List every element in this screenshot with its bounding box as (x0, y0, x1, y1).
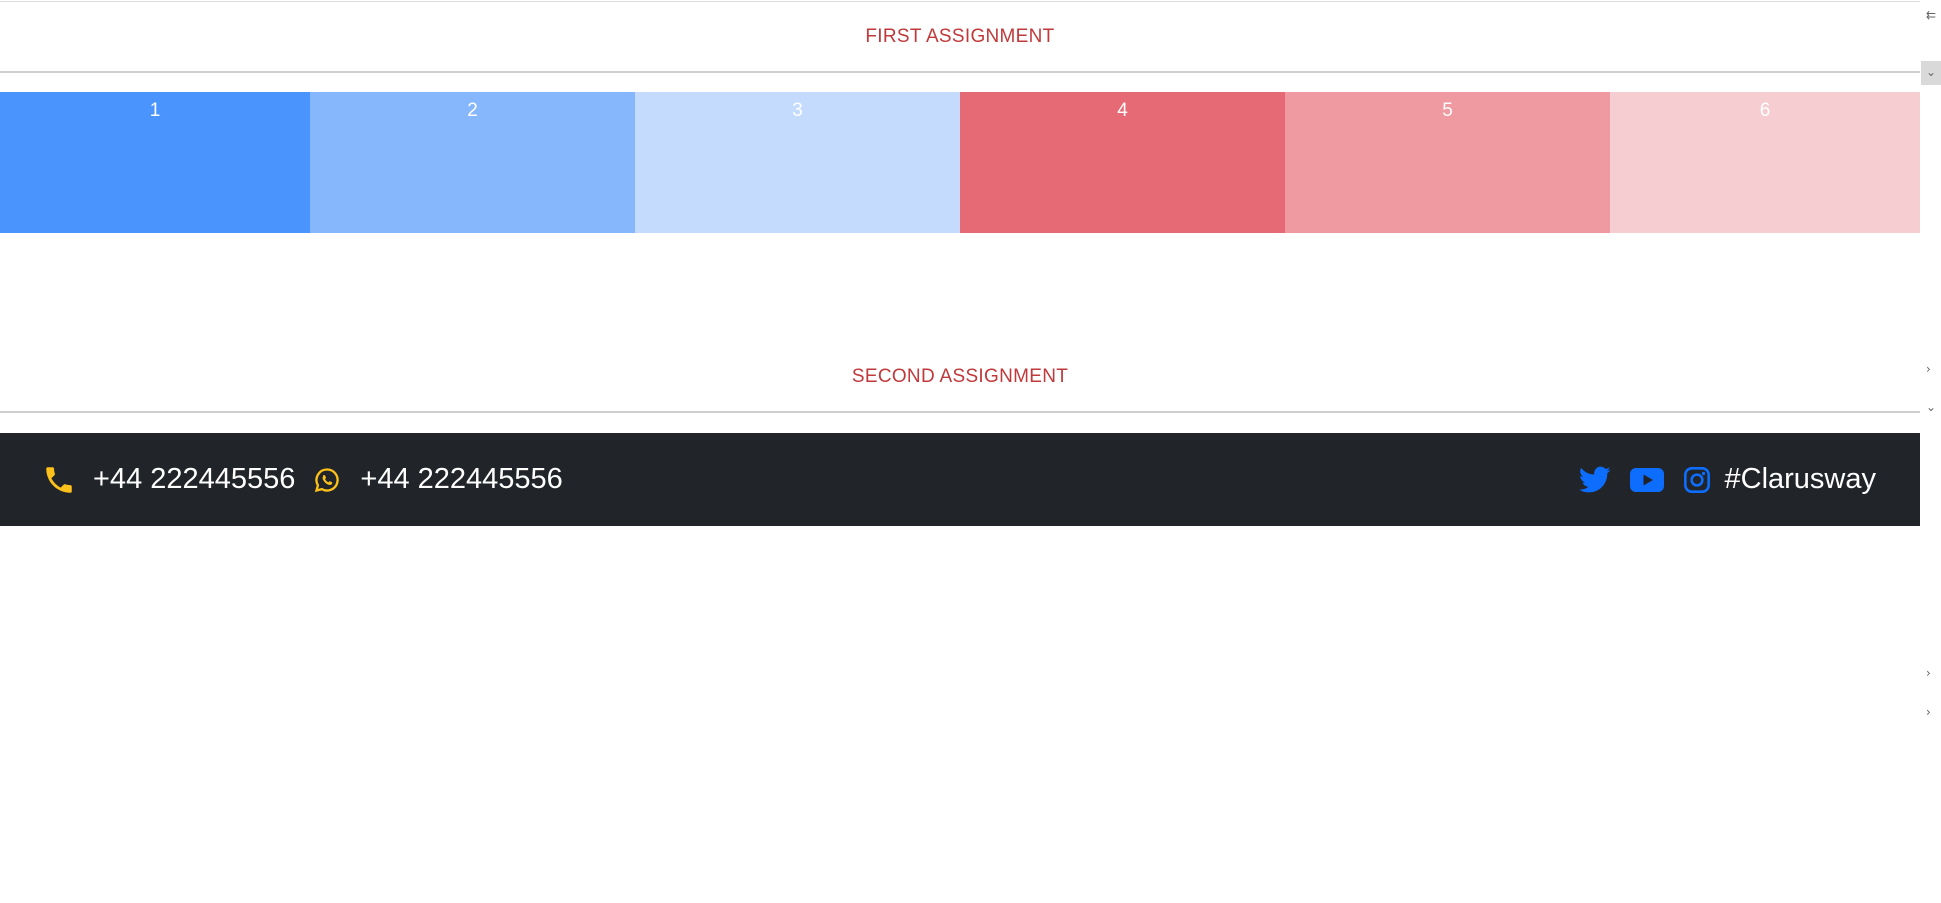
chevron-down-icon[interactable]: ⌄ (1926, 65, 1936, 79)
color-box-5: 5 (1285, 92, 1610, 233)
youtube-icon[interactable] (1629, 467, 1664, 493)
brand-hashtag[interactable]: #Clarusway (1725, 463, 1877, 496)
color-box-1: 1 (0, 92, 310, 233)
second-assignment-divider (0, 411, 1920, 413)
second-assignment-title: SECOND ASSIGNMENT (851, 366, 1069, 387)
phone-number[interactable]: +44 222445556 (93, 463, 295, 496)
collapse-arrow-icon[interactable]: ⇇ (1926, 8, 1936, 22)
instagram-icon[interactable] (1683, 466, 1711, 494)
color-box-2: 2 (310, 92, 635, 233)
chevron-right-icon[interactable]: › (1926, 362, 1931, 376)
top-divider (0, 1, 1920, 2)
chevron-right-icon[interactable]: › (1926, 666, 1931, 680)
page: FIRST ASSIGNMENT 1 2 3 4 5 6 SECOND ASSI… (0, 0, 1941, 903)
color-box-label: 1 (149, 100, 161, 121)
color-box-label: 3 (792, 100, 803, 121)
chevron-down-icon[interactable]: ⌄ (1926, 400, 1936, 414)
first-assignment-title: FIRST ASSIGNMENT (865, 26, 1055, 47)
first-assignment-divider (0, 71, 1920, 73)
whatsapp-number[interactable]: +44 222445556 (360, 463, 562, 496)
color-box-label: 4 (1117, 100, 1128, 121)
right-edge-panel: ⇇ ⌄ › ⌄ › › (1920, 0, 1941, 903)
chevron-right-icon[interactable]: › (1926, 705, 1931, 719)
whatsapp-icon (313, 466, 341, 494)
color-box-label: 6 (1759, 100, 1771, 121)
color-box-4: 4 (960, 92, 1285, 233)
color-box-label: 5 (1442, 100, 1453, 121)
color-box-3: 3 (635, 92, 960, 233)
color-box-label: 2 (467, 100, 478, 121)
contact-footer: +44 222445556 +44 222445556 #Clarusway (0, 433, 1920, 526)
phone-icon (42, 463, 76, 497)
color-box-6: 6 (1610, 92, 1920, 233)
twitter-icon[interactable] (1578, 466, 1611, 494)
color-boxes: 1 2 3 4 5 6 (0, 92, 1920, 233)
contact-group: +44 222445556 +44 222445556 (42, 433, 581, 526)
social-group: #Clarusway (1560, 433, 1877, 526)
